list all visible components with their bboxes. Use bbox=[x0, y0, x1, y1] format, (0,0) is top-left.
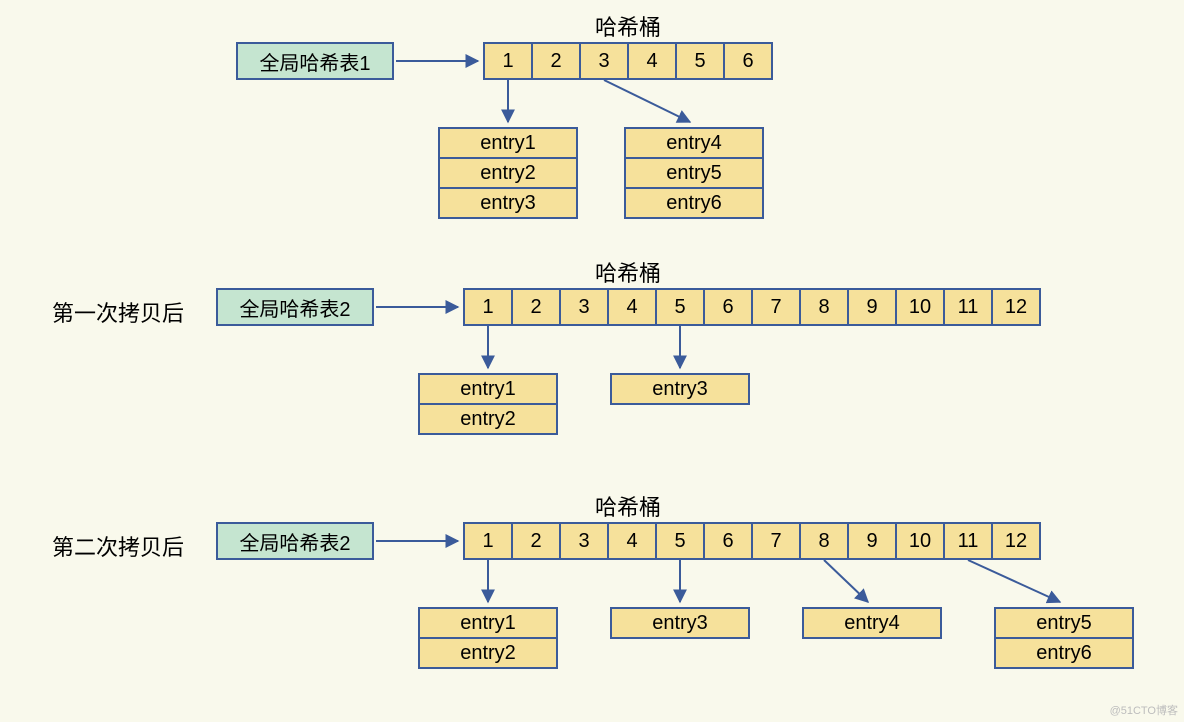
bucket-row-3: 1 2 3 4 5 6 7 8 9 10 11 12 bbox=[463, 522, 1041, 560]
bucket: 12 bbox=[991, 288, 1041, 326]
entry-stack-3c: entry4 bbox=[802, 607, 942, 639]
bucket: 12 bbox=[991, 522, 1041, 560]
bucket: 10 bbox=[895, 522, 945, 560]
bucket: 6 bbox=[703, 288, 753, 326]
entry: entry3 bbox=[610, 607, 750, 639]
entry-stack-3b: entry3 bbox=[610, 607, 750, 639]
hash-bucket-heading-3: 哈希桶 bbox=[595, 490, 661, 522]
entry: entry5 bbox=[624, 157, 764, 189]
entry: entry3 bbox=[438, 187, 578, 219]
bucket: 2 bbox=[531, 42, 581, 80]
bucket: 4 bbox=[627, 42, 677, 80]
phase-1-label: 第一次拷贝后 bbox=[52, 296, 184, 328]
entry: entry2 bbox=[418, 403, 558, 435]
bucket: 7 bbox=[751, 522, 801, 560]
global-hash-table-2b-box: 全局哈希表2 bbox=[216, 522, 374, 560]
entry: entry4 bbox=[624, 127, 764, 159]
global-hash-table-1-label: 全局哈希表1 bbox=[259, 47, 370, 76]
bucket: 1 bbox=[463, 522, 513, 560]
bucket: 2 bbox=[511, 288, 561, 326]
hash-bucket-heading-1: 哈希桶 bbox=[595, 10, 661, 42]
entry-stack-3a: entry1 entry2 bbox=[418, 607, 558, 669]
entry: entry1 bbox=[418, 607, 558, 639]
bucket-row-1: 1 2 3 4 5 6 bbox=[483, 42, 773, 80]
global-hash-table-1-box: 全局哈希表1 bbox=[236, 42, 394, 80]
watermark: @51CTO博客 bbox=[1110, 702, 1178, 718]
entry: entry2 bbox=[438, 157, 578, 189]
entry: entry6 bbox=[994, 637, 1134, 669]
bucket: 6 bbox=[703, 522, 753, 560]
bucket: 4 bbox=[607, 522, 657, 560]
entry: entry5 bbox=[994, 607, 1134, 639]
entry: entry2 bbox=[418, 637, 558, 669]
entry: entry1 bbox=[438, 127, 578, 159]
entry-stack-3d: entry5 entry6 bbox=[994, 607, 1134, 669]
bucket: 11 bbox=[943, 288, 993, 326]
entry-stack-1b: entry4 entry5 entry6 bbox=[624, 127, 764, 219]
global-hash-table-2a-box: 全局哈希表2 bbox=[216, 288, 374, 326]
entry-stack-1a: entry1 entry2 entry3 bbox=[438, 127, 578, 219]
bucket-row-2: 1 2 3 4 5 6 7 8 9 10 11 12 bbox=[463, 288, 1041, 326]
bucket: 3 bbox=[579, 42, 629, 80]
entry-stack-2a: entry1 entry2 bbox=[418, 373, 558, 435]
bucket: 8 bbox=[799, 522, 849, 560]
global-hash-table-2b-label: 全局哈希表2 bbox=[239, 527, 350, 556]
bucket: 9 bbox=[847, 288, 897, 326]
phase-2-label: 第二次拷贝后 bbox=[52, 530, 184, 562]
bucket: 5 bbox=[675, 42, 725, 80]
entry: entry4 bbox=[802, 607, 942, 639]
bucket: 8 bbox=[799, 288, 849, 326]
bucket: 6 bbox=[723, 42, 773, 80]
bucket: 4 bbox=[607, 288, 657, 326]
bucket: 1 bbox=[463, 288, 513, 326]
bucket: 10 bbox=[895, 288, 945, 326]
bucket: 5 bbox=[655, 288, 705, 326]
bucket: 9 bbox=[847, 522, 897, 560]
entry: entry3 bbox=[610, 373, 750, 405]
bucket: 5 bbox=[655, 522, 705, 560]
entry: entry6 bbox=[624, 187, 764, 219]
entry: entry1 bbox=[418, 373, 558, 405]
bucket: 2 bbox=[511, 522, 561, 560]
bucket: 3 bbox=[559, 522, 609, 560]
bucket: 1 bbox=[483, 42, 533, 80]
global-hash-table-2a-label: 全局哈希表2 bbox=[239, 293, 350, 322]
entry-stack-2b: entry3 bbox=[610, 373, 750, 405]
bucket: 3 bbox=[559, 288, 609, 326]
bucket: 7 bbox=[751, 288, 801, 326]
hash-bucket-heading-2: 哈希桶 bbox=[595, 256, 661, 288]
bucket: 11 bbox=[943, 522, 993, 560]
